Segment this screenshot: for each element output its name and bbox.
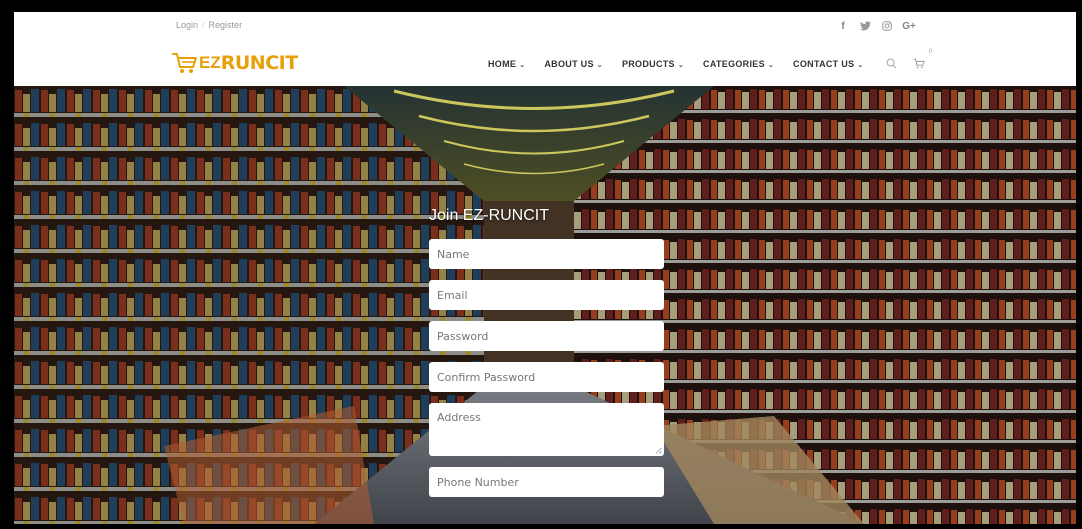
chevron-down-icon: ⌄: [767, 62, 775, 69]
logo-prefix: EZ: [199, 53, 221, 72]
instagram-icon[interactable]: [878, 17, 896, 35]
nav-item-label: CONTACT US: [793, 59, 855, 69]
search-icon[interactable]: [883, 55, 899, 71]
confirm-password-placeholder: Confirm Password: [437, 370, 536, 384]
nav-icons: 0: [883, 49, 932, 71]
chevron-down-icon: ⌄: [596, 62, 603, 69]
address-placeholder: Address: [437, 411, 481, 424]
nav-menu: HOME ⌄ ABOUT US ⌄ PRODUCTS ⌄ CATEGORIES ⌄ CO…: [488, 59, 883, 69]
nav-item-about-us[interactable]: ABOUT US ⌄: [544, 59, 603, 69]
address-field[interactable]: Address: [429, 403, 664, 456]
chevron-down-icon: ⌄: [857, 62, 864, 69]
twitter-icon[interactable]: [856, 17, 874, 35]
password-field[interactable]: Password: [429, 321, 664, 351]
email-placeholder: Email: [437, 288, 468, 302]
hero-banner: Join EZ-RUNCIT Name Email Password Confi…: [14, 86, 1076, 524]
web-page: Login / Register f G+ EZ RUNCIT HOME ⌄ A…: [14, 12, 1076, 524]
nav-item-label: CATEGORIES: [703, 59, 765, 69]
facebook-icon[interactable]: f: [834, 17, 852, 35]
name-placeholder: Name: [437, 247, 470, 261]
nav-item-contact-us[interactable]: CONTACT US ⌄: [793, 59, 864, 69]
resize-handle-icon[interactable]: [655, 447, 662, 454]
chevron-down-icon: ⌄: [519, 62, 526, 69]
name-field[interactable]: Name: [429, 239, 664, 269]
nav-item-label: PRODUCTS: [621, 59, 675, 69]
auth-separator: /: [202, 20, 205, 30]
screen-frame: Login / Register f G+ EZ RUNCIT HOME ⌄ A…: [0, 0, 1082, 529]
auth-links: Login / Register: [176, 20, 242, 30]
nav-item-label: ABOUT US: [544, 59, 594, 69]
phone-number-field[interactable]: Phone Number: [429, 467, 664, 497]
cart-button[interactable]: 0: [911, 49, 932, 71]
nav-item-products[interactable]: PRODUCTS ⌄: [622, 59, 684, 69]
password-placeholder: Password: [437, 329, 489, 343]
signup-form: Join EZ-RUNCIT Name Email Password Confi…: [429, 207, 664, 508]
phone-number-placeholder: Phone Number: [437, 475, 519, 489]
cart-count-badge: 0: [928, 49, 932, 55]
confirm-password-field[interactable]: Confirm Password: [429, 362, 664, 392]
site-logo[interactable]: EZ RUNCIT: [172, 51, 298, 75]
chevron-down-icon: ⌄: [677, 62, 685, 69]
nav-item-categories[interactable]: CATEGORIES ⌄: [703, 59, 774, 69]
top-bar: Login / Register f G+: [14, 12, 1076, 40]
login-link[interactable]: Login: [176, 20, 198, 30]
logo-name: RUNCIT: [220, 52, 298, 74]
form-title: Join EZ-RUNCIT: [429, 207, 550, 224]
social-links: f G+: [834, 17, 918, 35]
shopping-cart-icon: [913, 58, 925, 68]
email-field[interactable]: Email: [429, 280, 664, 310]
nav-item-label: HOME: [488, 59, 517, 69]
nav-item-home[interactable]: HOME ⌄: [488, 59, 525, 69]
main-nav: EZ RUNCIT HOME ⌄ ABOUT US ⌄ PRODUCTS ⌄ CATEG…: [14, 40, 1076, 87]
cart-icon: [172, 53, 197, 73]
register-link[interactable]: Register: [209, 20, 243, 30]
google-plus-icon[interactable]: G+: [900, 17, 918, 35]
